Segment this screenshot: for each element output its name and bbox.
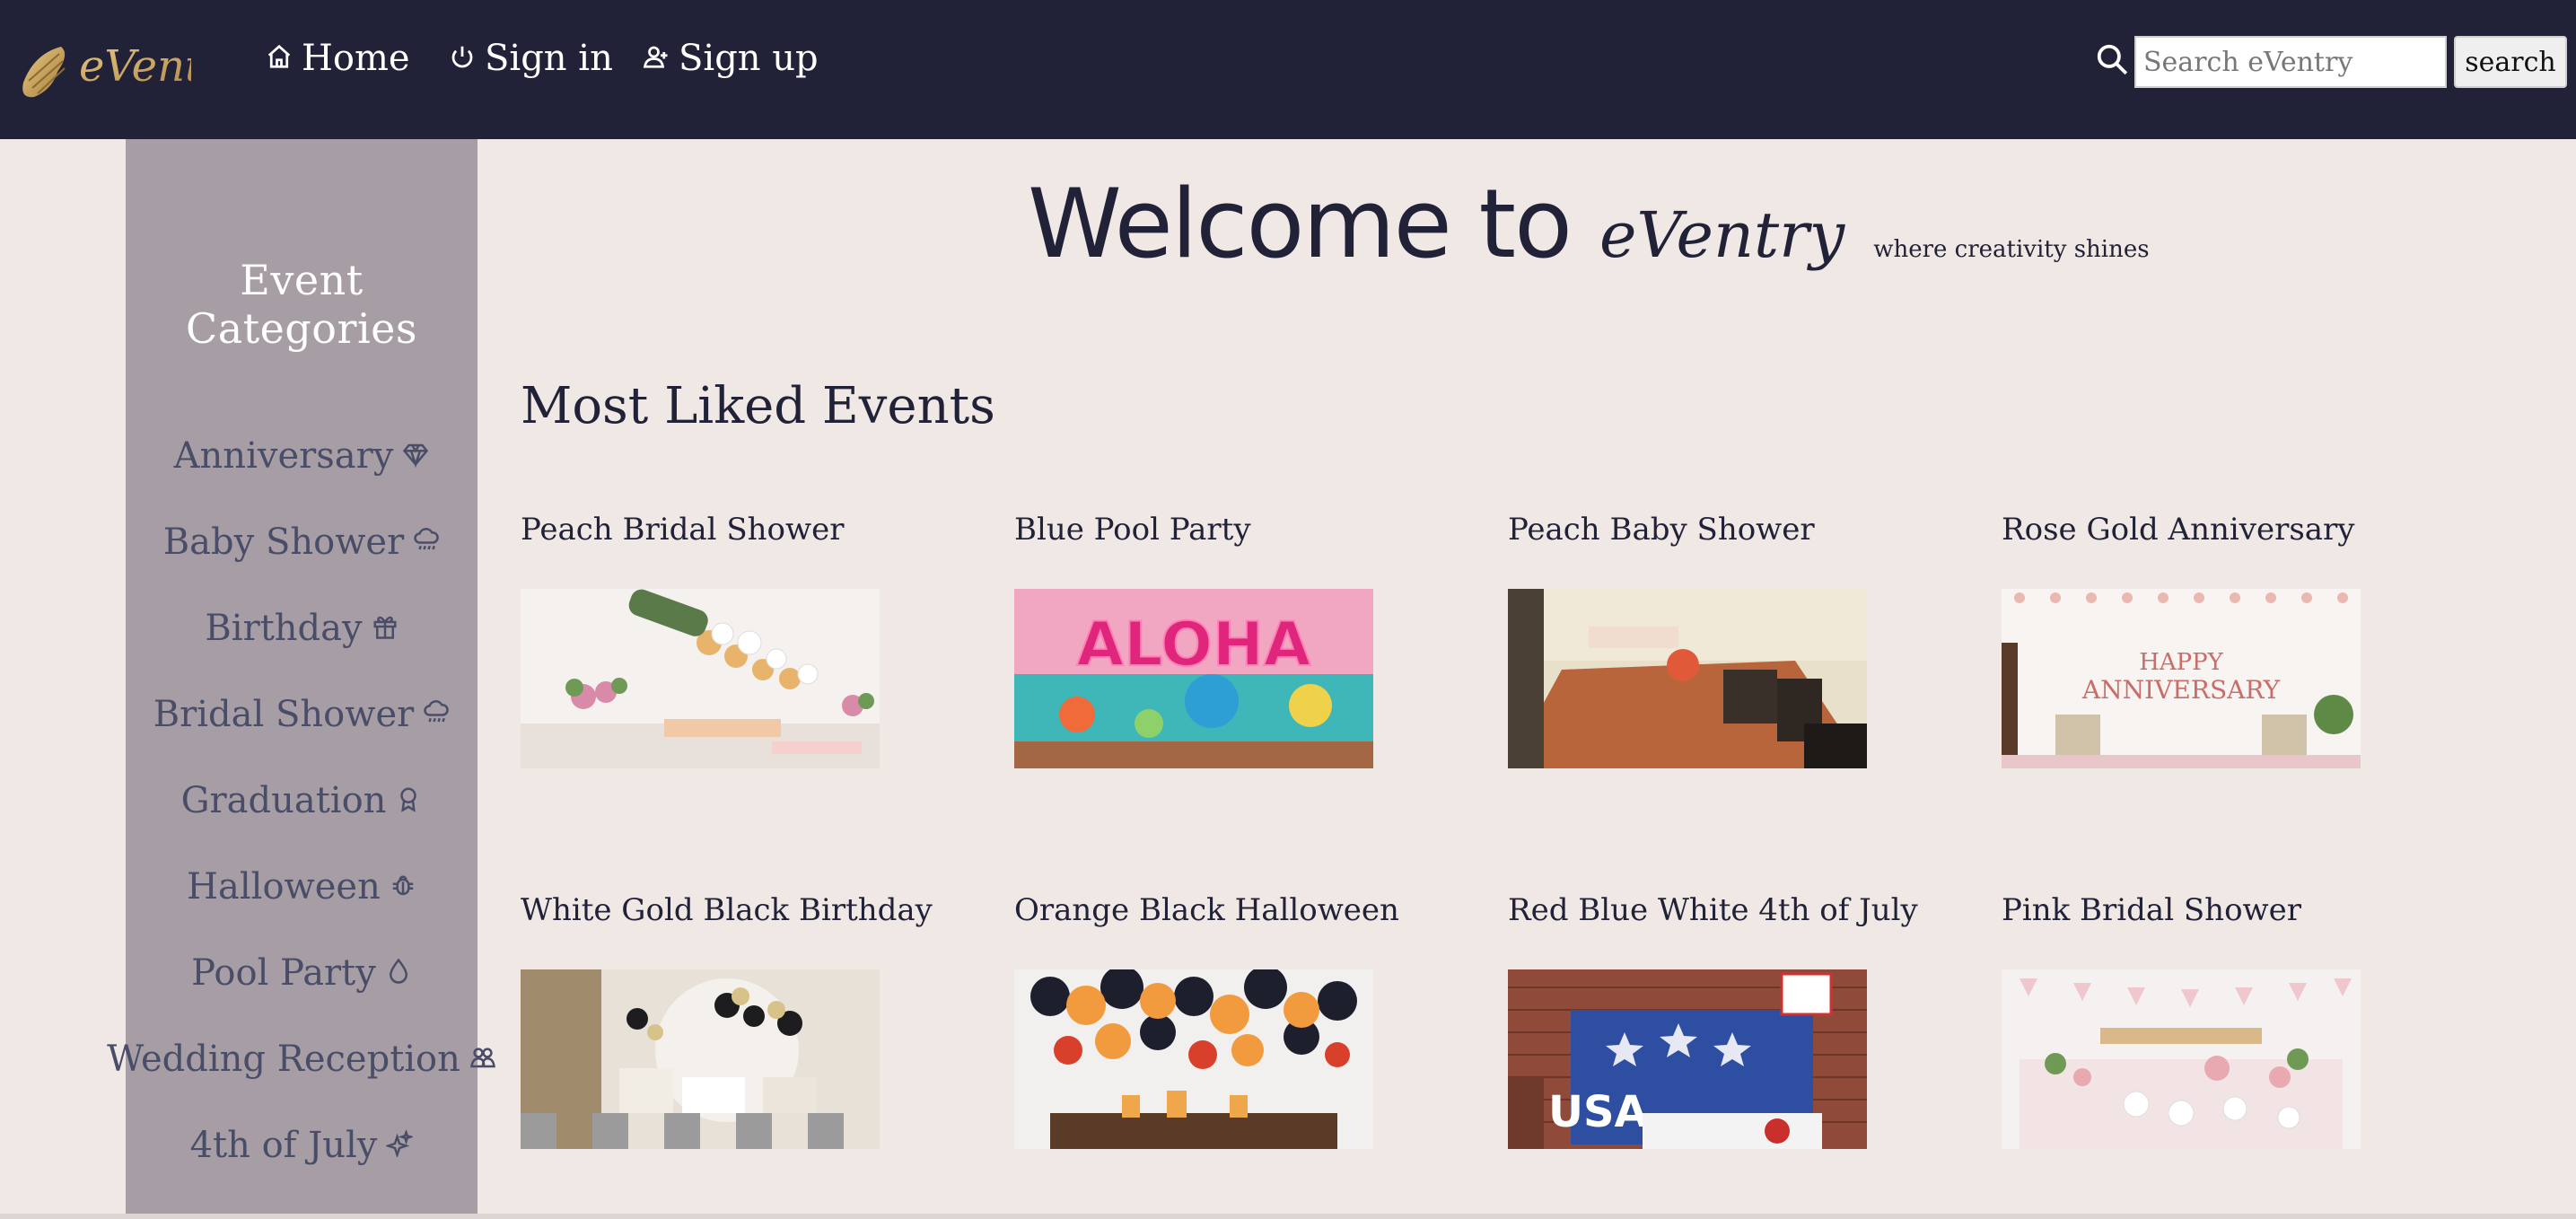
event-title[interactable]: Orange Black Halloween bbox=[1014, 892, 1399, 928]
search-icon bbox=[2095, 42, 2129, 76]
event-image[interactable] bbox=[2002, 969, 2361, 1149]
event-image[interactable]: USA bbox=[1508, 969, 1867, 1149]
navbar: eVentry Home Sign in Sign up search bbox=[0, 0, 2576, 139]
sidebar-item-label: Graduation bbox=[180, 780, 387, 821]
sidebar-item-label: Halloween bbox=[187, 866, 381, 908]
cloud-drizzle-icon bbox=[423, 694, 450, 735]
sidebar-item-baby-shower[interactable]: Baby Shower bbox=[117, 522, 486, 563]
svg-text:ALOHA: ALOHA bbox=[1077, 610, 1311, 680]
cloud-drizzle-icon bbox=[413, 522, 440, 563]
event-title[interactable]: Rose Gold Anniversary bbox=[2002, 512, 2355, 548]
sidebar-item-4th-of-july[interactable]: 4th of July bbox=[117, 1125, 486, 1166]
sidebar-item-label: 4th of July bbox=[189, 1125, 378, 1166]
award-icon bbox=[395, 780, 422, 821]
sidebar-item-label: Baby Shower bbox=[162, 522, 405, 563]
gift-icon bbox=[372, 608, 399, 649]
brand-logo-text: eVentry bbox=[79, 41, 191, 92]
event-image[interactable] bbox=[521, 589, 880, 768]
sidebar-item-birthday[interactable]: Birthday bbox=[117, 608, 486, 649]
sidebar-item-label: Wedding Reception bbox=[107, 1039, 460, 1080]
sidebar-item-pool-party[interactable]: Pool Party bbox=[117, 952, 486, 994]
sidebar-item-wedding-reception[interactable]: Wedding Reception bbox=[107, 1039, 495, 1080]
home-icon bbox=[266, 38, 293, 79]
nav-signin-label: Sign in bbox=[485, 38, 613, 79]
sidebar: Event Categories Anniversary Baby Shower… bbox=[107, 139, 495, 1219]
sidebar-item-label: Bridal Shower bbox=[153, 694, 415, 735]
sidebar-item-graduation[interactable]: Graduation bbox=[117, 780, 486, 821]
svg-text:HAPPY: HAPPY bbox=[2139, 649, 2223, 676]
sidebar-item-label: Birthday bbox=[205, 608, 363, 649]
event-title[interactable]: Peach Bridal Shower bbox=[521, 512, 844, 548]
power-icon bbox=[449, 38, 476, 79]
event-title[interactable]: Peach Baby Shower bbox=[1508, 512, 1815, 548]
nav-signup-label: Sign up bbox=[679, 38, 819, 79]
event-image[interactable] bbox=[1508, 589, 1867, 768]
welcome-banner: Welcome to eVentry where creativity shin… bbox=[1028, 169, 2150, 294]
welcome-brand: eVentry bbox=[1599, 198, 1845, 272]
event-image[interactable]: ALOHA bbox=[1014, 589, 1373, 768]
page-bottom-edge bbox=[0, 1214, 2576, 1219]
event-title[interactable]: Pink Bridal Shower bbox=[2002, 892, 2301, 928]
section-title: Most Liked Events bbox=[521, 377, 995, 435]
bug-icon bbox=[390, 866, 416, 908]
people-icon bbox=[469, 1039, 496, 1080]
sidebar-title: Event Categories bbox=[186, 256, 417, 353]
person-add-icon bbox=[643, 38, 670, 79]
event-image[interactable]: HAPPY ANNIVERSARY bbox=[2002, 589, 2361, 768]
event-title[interactable]: Blue Pool Party bbox=[1014, 512, 1251, 548]
stars-icon bbox=[384, 1125, 415, 1166]
svg-text:USA: USA bbox=[1548, 1087, 1648, 1137]
svg-text:ANNIVERSARY: ANNIVERSARY bbox=[2081, 675, 2281, 705]
nav-signup-link[interactable]: Sign up bbox=[643, 36, 819, 81]
nav-home-label: Home bbox=[302, 38, 410, 79]
event-image[interactable] bbox=[1014, 969, 1373, 1149]
event-title[interactable]: Red Blue White 4th of July bbox=[1508, 892, 1918, 928]
tagline: where creativity shines bbox=[1873, 236, 2150, 263]
search-button[interactable]: search bbox=[2454, 36, 2567, 88]
sidebar-item-halloween[interactable]: Halloween bbox=[117, 866, 486, 908]
search-input[interactable] bbox=[2134, 36, 2447, 88]
sidebar-item-label: Pool Party bbox=[191, 952, 376, 994]
nav-home-link[interactable]: Home bbox=[266, 36, 410, 81]
event-image[interactable] bbox=[521, 969, 880, 1149]
nav-signin-link[interactable]: Sign in bbox=[449, 36, 613, 81]
brand-logo-image: eVentry bbox=[22, 41, 248, 98]
sidebar-item-bridal-shower[interactable]: Bridal Shower bbox=[117, 694, 486, 735]
gem-icon bbox=[402, 435, 429, 477]
welcome-text: Welcome to bbox=[1028, 169, 1573, 279]
droplet-icon bbox=[385, 952, 412, 994]
brand-logo[interactable]: eVentry bbox=[16, 18, 248, 117]
sidebar-item-anniversary[interactable]: Anniversary bbox=[117, 435, 486, 477]
event-title[interactable]: White Gold Black Birthday bbox=[521, 892, 933, 928]
sidebar-item-label: Anniversary bbox=[173, 435, 394, 477]
